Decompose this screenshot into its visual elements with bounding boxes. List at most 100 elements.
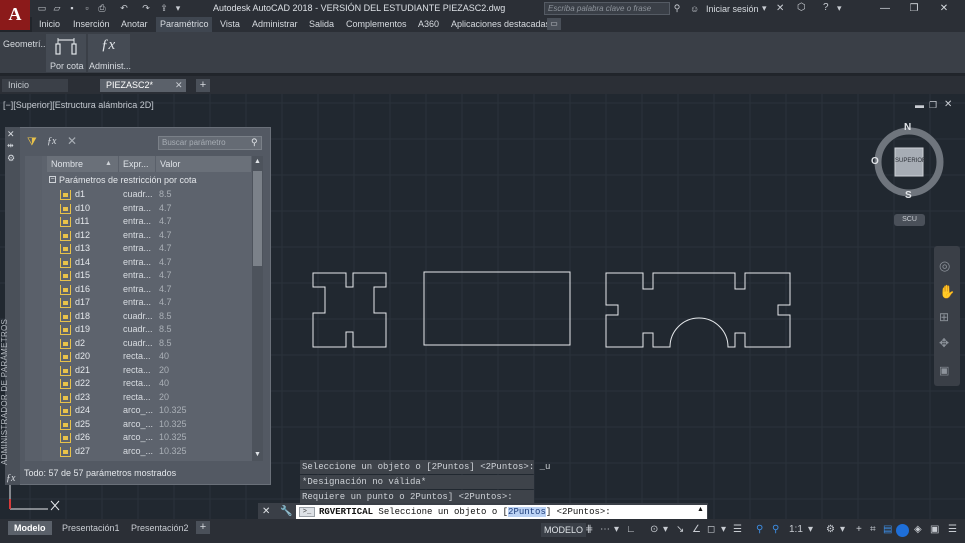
compass-north-label[interactable]: N [904, 122, 911, 133]
isodraft-icon[interactable]: ↘ [676, 523, 684, 537]
tab-complementos[interactable]: Complementos [346, 19, 407, 29]
new-file-icon[interactable]: ▭ [36, 3, 48, 14]
clean-screen-icon[interactable]: ▣ [930, 523, 939, 537]
isolate-objects-icon[interactable] [896, 524, 909, 537]
annotation-monitor-icon[interactable]: + [856, 523, 862, 537]
restore-icon[interactable]: ❐ [904, 2, 924, 15]
orbit-icon[interactable]: ✥ [939, 336, 949, 350]
signin-dropdown-icon[interactable]: ▾ [762, 3, 767, 14]
ribbon-options-icon[interactable]: ▭ [547, 18, 561, 30]
tab-salida[interactable]: Salida [309, 19, 334, 29]
save-icon[interactable]: ▪ [66, 3, 78, 14]
delete-parameter-icon[interactable]: ✕ [67, 134, 77, 148]
save-as-icon[interactable]: ▫ [81, 3, 93, 14]
annotation-scale-dropdown-icon[interactable]: ▾ [808, 523, 813, 537]
viewport-controls-label[interactable]: [−][Superior][Estructura alámbrica 2D] [3, 100, 154, 110]
param-expression[interactable]: cuadr... [123, 311, 153, 321]
tab-vista[interactable]: Vista [220, 19, 240, 29]
table-row[interactable]: d16 entra... 4.7 [25, 283, 263, 297]
tab-aplicaciones-destacadas[interactable]: Aplicaciones destacadas [451, 19, 550, 29]
customization-icon[interactable]: ☰ [948, 523, 957, 537]
command-input[interactable]: >_ RGVERTICAL Seleccione un objeto o [2Pu… [296, 505, 707, 519]
table-row[interactable]: d17 entra... 4.7 [25, 296, 263, 310]
polar-tracking-icon[interactable]: ⊙ [650, 523, 658, 537]
annotation-visibility-icon[interactable]: ⚲ [756, 523, 763, 537]
table-row[interactable]: d11 entra... 4.7 [25, 215, 263, 229]
param-expression[interactable]: cuadr... [123, 338, 153, 348]
by-dimension-button[interactable]: Por cota [46, 34, 86, 72]
table-row[interactable]: d25 arco_... 10.325 [25, 418, 263, 432]
layout-tab-presentacion1[interactable]: Presentación1 [56, 521, 126, 535]
snap-dropdown-icon[interactable]: ▾ [614, 523, 619, 537]
autocad-logo-icon[interactable]: A [0, 0, 30, 30]
object-snap-dropdown-icon[interactable]: ▾ [721, 523, 726, 537]
close-icon[interactable]: ✕ [934, 2, 954, 15]
showmotion-icon[interactable]: ▣ [939, 364, 949, 377]
new-user-parameter-icon[interactable]: ƒx [47, 136, 56, 147]
object-snap-tracking-icon[interactable]: ∠ [692, 523, 701, 537]
new-layout-icon[interactable]: + [196, 521, 210, 534]
user-icon[interactable]: ☺ [690, 4, 702, 14]
compass-south-label[interactable]: S [905, 190, 912, 201]
zoom-extents-icon[interactable]: ⊞ [939, 310, 949, 324]
table-row[interactable]: d20 recta... 40 [25, 350, 263, 364]
param-expression[interactable]: entra... [123, 203, 151, 213]
param-expression[interactable]: entra... [123, 243, 151, 253]
pan-icon[interactable]: ✋ [939, 284, 955, 300]
tab-a360[interactable]: A360 [418, 19, 439, 29]
tab-insercion[interactable]: Inserción [73, 19, 110, 29]
group-row[interactable]: − Parámetros de restricción por cota [25, 175, 263, 189]
scroll-up-icon[interactable]: ▲ [254, 158, 261, 165]
table-row[interactable]: d27 arco_... 10.325 [25, 445, 263, 459]
viewport-close-icon[interactable]: ✕ [944, 99, 952, 110]
param-expression[interactable]: arco_... [123, 446, 153, 456]
collapse-group-icon[interactable]: − [49, 176, 56, 183]
tab-inicio[interactable]: Inicio [39, 19, 60, 29]
viewport-minimize-icon[interactable]: ▬ [915, 100, 924, 110]
auto-scale-icon[interactable]: ⚲ [772, 523, 779, 537]
param-expression[interactable]: cuadr... [123, 189, 153, 199]
param-expression[interactable]: recta... [123, 365, 151, 375]
undo-icon[interactable]: ↶ [118, 3, 130, 14]
compass-west-label[interactable]: O [871, 156, 879, 167]
table-row[interactable]: d14 entra... 4.7 [25, 256, 263, 270]
sign-in-button[interactable]: Iniciar sesión [706, 4, 759, 14]
help-icon[interactable]: ? [823, 2, 835, 13]
quick-access-dropdown-icon[interactable]: ▾ [172, 3, 184, 14]
steering-wheel-icon[interactable]: ◎ [939, 258, 950, 274]
geometric-group-label[interactable]: Geometrí... [3, 39, 48, 49]
workspace-switch-icon[interactable]: ⚙ [826, 523, 835, 537]
annotation-scale-label[interactable]: 1:1 [789, 523, 803, 537]
grid-display-icon[interactable]: ⋕ [585, 523, 593, 537]
column-header-value[interactable]: Valor [156, 156, 252, 172]
layout-tab-modelo[interactable]: Modelo [8, 521, 52, 535]
model-space-button[interactable]: MODELO [541, 523, 587, 537]
palette-autohide-icon[interactable]: ⇹ [7, 141, 14, 150]
quick-properties-icon[interactable]: ▤ [883, 523, 892, 537]
table-row[interactable]: d1 cuadr... 8.5 [25, 188, 263, 202]
column-header-expression[interactable]: Expr... [119, 156, 156, 172]
lineweight-icon[interactable]: ☰ [733, 523, 742, 537]
exchange-apps-icon[interactable]: ✕ [776, 3, 788, 14]
graphics-performance-icon[interactable]: ◈ [914, 523, 922, 537]
param-expression[interactable]: arco_... [123, 405, 153, 415]
share-icon[interactable]: ⇪ [158, 3, 170, 14]
table-row[interactable]: d2 cuadr... 8.5 [25, 337, 263, 351]
table-row[interactable]: d18 cuadr... 8.5 [25, 310, 263, 324]
viewport-restore-icon[interactable]: ❐ [929, 100, 937, 111]
table-row[interactable]: d23 recta... 20 [25, 391, 263, 405]
viewcube[interactable]: N S O SUPERIOR [871, 122, 945, 201]
scroll-down-icon[interactable]: ▼ [254, 451, 261, 458]
param-expression[interactable]: entra... [123, 257, 151, 267]
a360-icon[interactable]: ⬡ [797, 2, 809, 13]
param-expression[interactable]: entra... [123, 216, 151, 226]
new-tab-icon[interactable]: + [196, 79, 210, 92]
filter-icon[interactable]: ⧩ [27, 136, 37, 149]
help-dropdown-icon[interactable]: ▾ [837, 3, 842, 14]
param-expression[interactable]: arco_... [123, 419, 153, 429]
command-option-2puntos[interactable]: 2Puntos [508, 507, 546, 517]
param-expression[interactable]: recta... [123, 392, 151, 402]
ucs-menu-button[interactable]: SCU [894, 214, 925, 226]
snap-mode-icon[interactable]: ⋯ [600, 523, 610, 537]
param-expression[interactable]: entra... [123, 270, 151, 280]
